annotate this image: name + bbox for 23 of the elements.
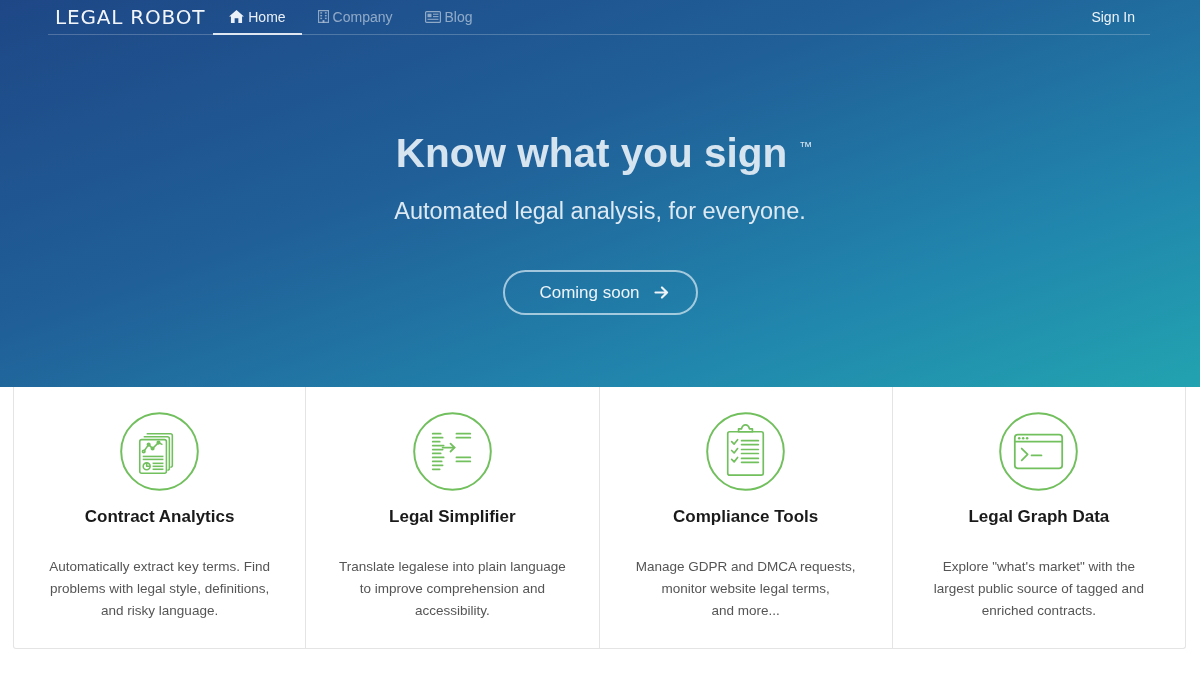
arrow-icon bbox=[653, 286, 669, 299]
clipboard-checklist-icon bbox=[706, 412, 786, 491]
feature-title: Legal Graph Data bbox=[968, 506, 1110, 528]
logo[interactable]: LEGAL ROBOT bbox=[48, 0, 214, 34]
hero-subtitle: Automated legal analysis, for everyone. bbox=[394, 197, 806, 226]
chart-document-icon bbox=[120, 412, 200, 491]
feature-description: Explore "what's market" with the largest public source of tagged and enriched contracts. bbox=[933, 558, 1144, 620]
house-icon bbox=[229, 10, 245, 23]
feature-title: Compliance Tools bbox=[673, 506, 819, 528]
coming-soon-button[interactable]: Coming soon bbox=[502, 270, 698, 315]
feature-description: Translate legalese into plain language to improve comprehension and accessibility. bbox=[338, 558, 566, 620]
feature-title: Legal Simplifier bbox=[389, 506, 516, 528]
feature-description: Automatically extract key terms. Find problems with legal style, definitions, and risky language. bbox=[49, 558, 270, 620]
terminal-window-icon bbox=[999, 412, 1079, 491]
nav-tab[interactable]: Company bbox=[301, 0, 409, 35]
feature-title: Contract Analytics bbox=[84, 506, 235, 528]
nav-tab[interactable]: Home bbox=[213, 0, 302, 35]
nav-tab[interactable]: Blog bbox=[408, 0, 489, 35]
newspaper-icon bbox=[424, 10, 441, 23]
building-icon bbox=[317, 10, 329, 23]
hero-title: Know what you sign $^{™}$ bbox=[395, 129, 813, 177]
feature-description: Manage GDPR and DMCA requests, monitor website legal terms, and more... bbox=[635, 558, 856, 620]
sign-in-link[interactable]: Sign In bbox=[1076, 0, 1150, 34]
